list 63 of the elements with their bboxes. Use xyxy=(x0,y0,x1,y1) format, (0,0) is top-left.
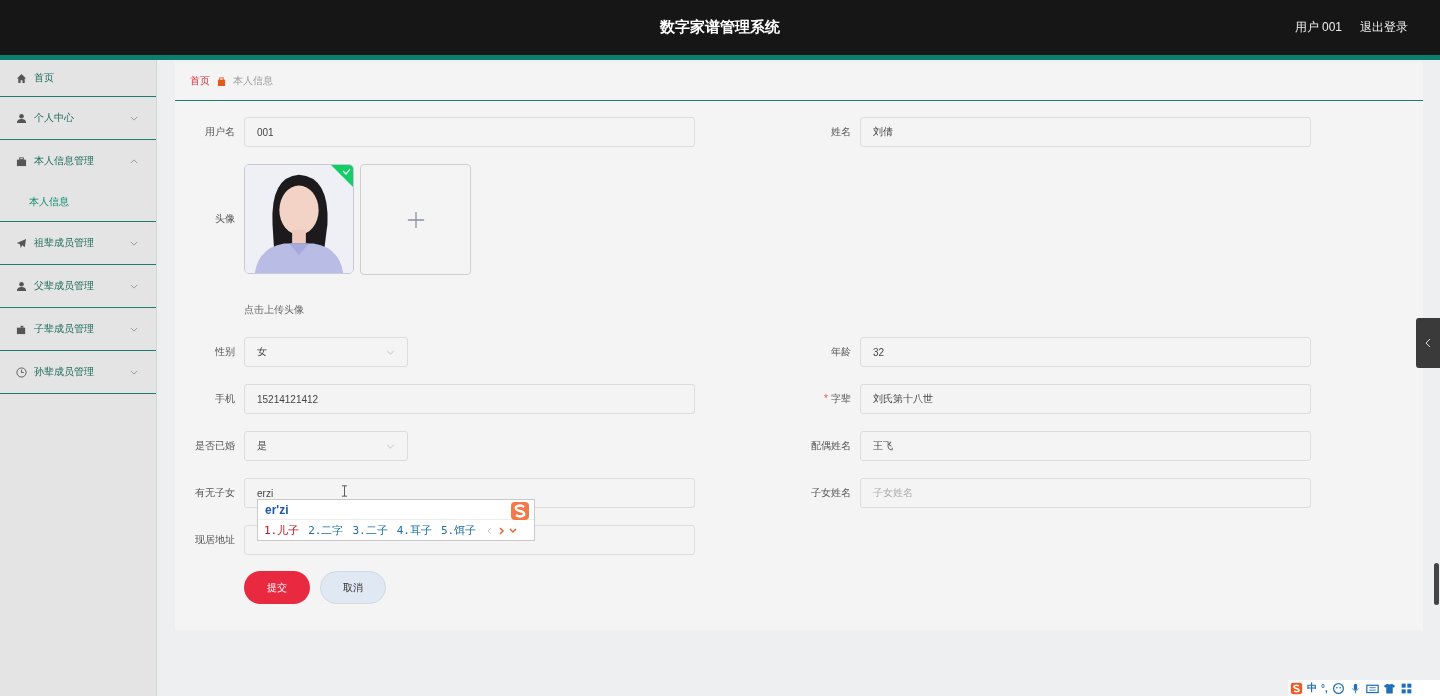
cancel-button[interactable]: 取消 xyxy=(320,571,386,604)
shirt-icon[interactable] xyxy=(1382,681,1396,695)
chevron-icon xyxy=(386,349,395,355)
ime-mode[interactable]: 中 xyxy=(1307,681,1317,695)
clock-icon xyxy=(16,366,27,378)
ime-candidate[interactable]: 5.饵子 xyxy=(441,523,477,538)
wallet-icon xyxy=(16,323,27,335)
user-icon xyxy=(16,280,27,292)
input-field[interactable]: 001 xyxy=(244,117,695,147)
chevron-icon xyxy=(386,443,395,449)
text-cursor-icon xyxy=(341,485,348,497)
scrollbar-thumb[interactable] xyxy=(1434,563,1439,605)
field-label: 字辈 xyxy=(831,392,851,406)
sidebar-item[interactable]: 孙辈成员管理 xyxy=(0,351,156,393)
bag-icon xyxy=(217,76,226,86)
ime-punctuation[interactable]: °, xyxy=(1321,682,1328,694)
select-field[interactable]: 是 xyxy=(244,431,408,461)
required-mark: * xyxy=(824,392,828,406)
briefcase-icon xyxy=(16,155,27,167)
grid-icon[interactable] xyxy=(1399,681,1413,695)
input-field[interactable]: 刘倩 xyxy=(860,117,1311,147)
app-title: 数字家谱管理系统 xyxy=(660,18,780,37)
field-label: 姓名 xyxy=(831,125,851,139)
field-label: 是否已婚 xyxy=(195,439,235,453)
user-icon xyxy=(16,112,27,124)
plus-icon xyxy=(406,210,425,229)
breadcrumb-item: 本人信息 xyxy=(233,74,273,88)
check-badge-icon xyxy=(331,165,353,187)
chevron-left-icon xyxy=(1425,338,1431,348)
input-field[interactable]: 刘氏第十八世 xyxy=(860,384,1311,414)
field-label: 头像 xyxy=(215,212,235,226)
ime-candidate[interactable]: 4.耳子 xyxy=(396,523,432,538)
input-field[interactable]: 王飞 xyxy=(860,431,1311,461)
field-label: 年龄 xyxy=(831,345,851,359)
submit-button[interactable]: 提交 xyxy=(244,571,310,604)
home-icon xyxy=(16,72,27,84)
sidebar-item[interactable]: 本人信息管理 xyxy=(0,140,156,182)
field-label: 用户名 xyxy=(205,125,235,139)
sidebar-item[interactable]: 祖辈成员管理 xyxy=(0,222,156,264)
ime-candidate[interactable]: 1.儿子 xyxy=(264,523,300,538)
breadcrumb-item[interactable]: 首页 xyxy=(190,74,210,88)
submenu-item[interactable]: 本人信息 xyxy=(0,182,156,221)
sidebar-item[interactable]: 子辈成员管理 xyxy=(0,308,156,350)
plane-icon xyxy=(16,237,27,249)
select-field[interactable]: 女 xyxy=(244,337,408,367)
sidebar-item[interactable]: 父辈成员管理 xyxy=(0,265,156,307)
ime-candidate[interactable]: 3.二子 xyxy=(352,523,388,538)
field-label: 性别 xyxy=(215,345,235,359)
upload-hint: 点击上传头像 xyxy=(244,303,304,317)
logout-link[interactable]: 退出登录 xyxy=(1360,19,1408,36)
user-name: 用户 001 xyxy=(1294,19,1342,36)
ime-candidate[interactable]: 2.二字 xyxy=(308,523,344,538)
input-field[interactable]: 32 xyxy=(860,337,1311,367)
drawer-toggle-button[interactable] xyxy=(1416,318,1440,368)
field-label: 有无子女 xyxy=(195,486,235,500)
input-field[interactable]: 15214121412 xyxy=(244,384,695,414)
field-label: 现居地址 xyxy=(195,533,235,547)
field-label: 子女姓名 xyxy=(811,486,851,500)
field-label: 手机 xyxy=(215,392,235,406)
field-label: 配偶姓名 xyxy=(811,439,851,453)
sidebar-item[interactable]: 首页 xyxy=(0,60,156,96)
smiley-icon[interactable] xyxy=(1331,681,1345,695)
sidebar-item[interactable]: 个人中心 xyxy=(0,97,156,139)
